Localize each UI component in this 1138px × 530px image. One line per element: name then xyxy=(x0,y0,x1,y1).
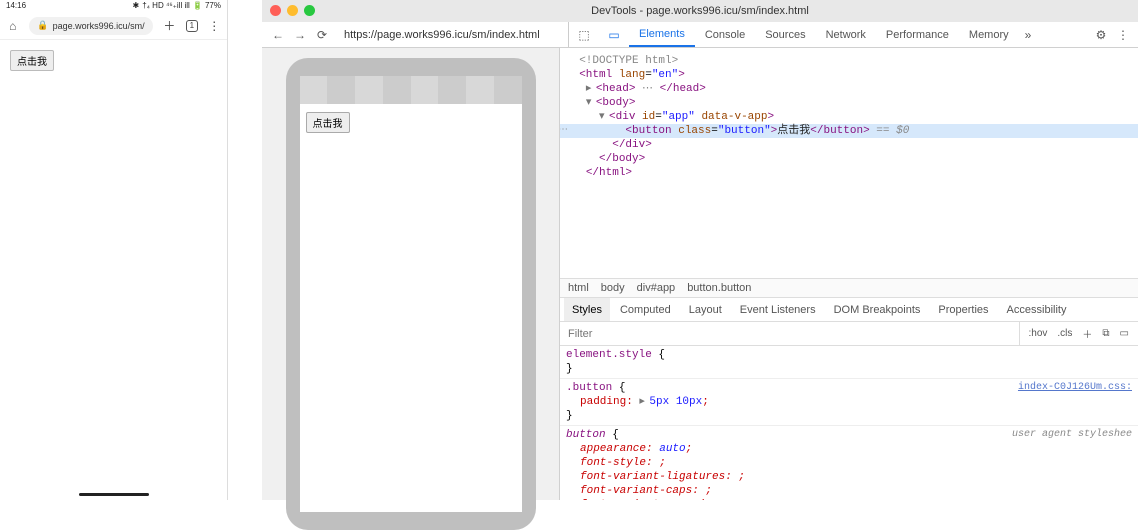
subtab-event-listeners[interactable]: Event Listeners xyxy=(732,298,824,321)
battery-icon: 🔋 77% xyxy=(193,1,221,11)
new-tab-icon[interactable]: ＋ xyxy=(163,17,176,34)
page-button[interactable]: 点击我 xyxy=(10,50,54,71)
devtools-window: DevTools - page.works996.icu/sm/index.ht… xyxy=(262,0,1138,500)
tab-performance[interactable]: Performance xyxy=(876,22,959,47)
device-frame: 点击我 xyxy=(286,58,536,530)
net-icon: ✱ xyxy=(133,1,140,11)
phone-preview: 14:16 ✱ †₄ HD ⁴⁶₊ill ill 🔋 77% ⌂ 🔒 page.… xyxy=(0,0,228,500)
loading-stripes xyxy=(300,76,522,104)
styles-subtabs: Styles Computed Layout Event Listeners D… xyxy=(560,298,1138,322)
tab-sources[interactable]: Sources xyxy=(755,22,815,47)
tab-elements[interactable]: Elements xyxy=(629,22,695,47)
subtab-styles[interactable]: Styles xyxy=(564,298,610,321)
device-toggle-icon[interactable]: ▭ xyxy=(599,22,629,47)
tabs-overflow-icon[interactable]: » xyxy=(1019,28,1038,42)
dom-selected-node[interactable]: <button class="button">点击我</button> == $… xyxy=(560,124,1138,138)
subtab-properties[interactable]: Properties xyxy=(930,298,996,321)
subtab-accessibility[interactable]: Accessibility xyxy=(999,298,1075,321)
home-icon[interactable]: ⌂ xyxy=(6,19,19,33)
window-title: DevTools - page.works996.icu/sm/index.ht… xyxy=(591,5,809,17)
styles-filterbar: :hov .cls ＋ ⧉ ▭ xyxy=(560,322,1138,346)
kebab-menu-icon[interactable]: ⋮ xyxy=(1112,28,1134,42)
phone-statusbar: 14:16 ✱ †₄ HD ⁴⁶₊ill ill 🔋 77% xyxy=(0,0,227,12)
page-button[interactable]: 点击我 xyxy=(306,112,350,133)
new-rule-icon[interactable]: ＋ xyxy=(1079,326,1095,341)
crumb-button[interactable]: button.button xyxy=(687,282,751,294)
settings-icon[interactable]: ⚙ xyxy=(1090,28,1112,42)
cls-toggle[interactable]: .cls xyxy=(1054,328,1075,339)
dom-tree[interactable]: <!DOCTYPE html> <html lang="en"> ▸<head>… xyxy=(560,48,1138,278)
phone-viewport: 点击我 xyxy=(0,40,227,500)
tabs-count-icon[interactable]: 1 xyxy=(186,20,198,32)
phone-url: page.works996.icu/sm/ xyxy=(53,21,145,31)
phone-addressbar: ⌂ 🔒 page.works996.icu/sm/ ＋ 1 ⋮ xyxy=(0,12,227,40)
crumb-div-app[interactable]: div#app xyxy=(637,282,676,294)
tab-network[interactable]: Network xyxy=(816,22,876,47)
ua-source: user agent styleshee xyxy=(1012,428,1132,442)
subtab-dom-breakpoints[interactable]: DOM Breakpoints xyxy=(826,298,929,321)
styles-rules[interactable]: element.style {} index-C0J126Um.css: .bu… xyxy=(560,346,1138,500)
subtab-layout[interactable]: Layout xyxy=(681,298,730,321)
signal-icon: †₄ HD ⁴⁶₊ill ill xyxy=(142,1,190,11)
menu-dots-icon[interactable]: ⋮ xyxy=(208,19,221,33)
reload-icon[interactable]: ⟳ xyxy=(314,28,330,42)
devtools-toolbar: ← → ⟳ ⬚ ▭ Elements Console Sources Netwo… xyxy=(262,22,1138,48)
tab-console[interactable]: Console xyxy=(695,22,755,47)
nav-back-icon[interactable]: ← xyxy=(270,28,286,42)
rule-element-style[interactable]: element.style {} xyxy=(560,346,1138,379)
minimize-icon[interactable] xyxy=(287,5,298,16)
window-titlebar: DevTools - page.works996.icu/sm/index.ht… xyxy=(262,0,1138,22)
crumb-html[interactable]: html xyxy=(568,282,589,294)
tab-memory[interactable]: Memory xyxy=(959,22,1019,47)
zoom-icon[interactable] xyxy=(304,5,315,16)
subtab-computed[interactable]: Computed xyxy=(612,298,679,321)
inspector-panel: <!DOCTYPE html> <html lang="en"> ▸<head>… xyxy=(559,48,1138,500)
rule-button-ua[interactable]: user agent styleshee button { appearance… xyxy=(560,426,1138,500)
crumb-body[interactable]: body xyxy=(601,282,625,294)
phone-time: 14:16 xyxy=(6,1,26,11)
rule-button-class[interactable]: index-C0J126Um.css: .button { padding: ▸… xyxy=(560,379,1138,426)
computed-panel-icon[interactable]: ⧉ xyxy=(1099,328,1112,339)
breadcrumb[interactable]: html body div#app button.button xyxy=(560,278,1138,298)
url-field[interactable] xyxy=(338,26,568,44)
devtools-tabs: Elements Console Sources Network Perform… xyxy=(629,22,1090,47)
nav-forward-icon[interactable]: → xyxy=(292,28,308,42)
close-icon[interactable] xyxy=(270,5,281,16)
responsive-viewport: 点击我 xyxy=(262,48,559,500)
home-indicator[interactable] xyxy=(79,493,149,496)
source-link[interactable]: index-C0J126Um.css: xyxy=(1018,382,1132,393)
phone-url-field[interactable]: 🔒 page.works996.icu/sm/ xyxy=(29,17,152,35)
styles-filter-input[interactable] xyxy=(560,322,1019,345)
device-screen[interactable]: 点击我 xyxy=(300,76,522,512)
hov-toggle[interactable]: :hov xyxy=(1026,328,1051,339)
lock-icon: 🔒 xyxy=(37,20,48,31)
traffic-lights[interactable] xyxy=(270,5,315,16)
inspect-element-icon[interactable]: ⬚ xyxy=(569,22,599,47)
gutter xyxy=(228,0,262,500)
layout-panel-icon[interactable]: ▭ xyxy=(1117,328,1132,339)
